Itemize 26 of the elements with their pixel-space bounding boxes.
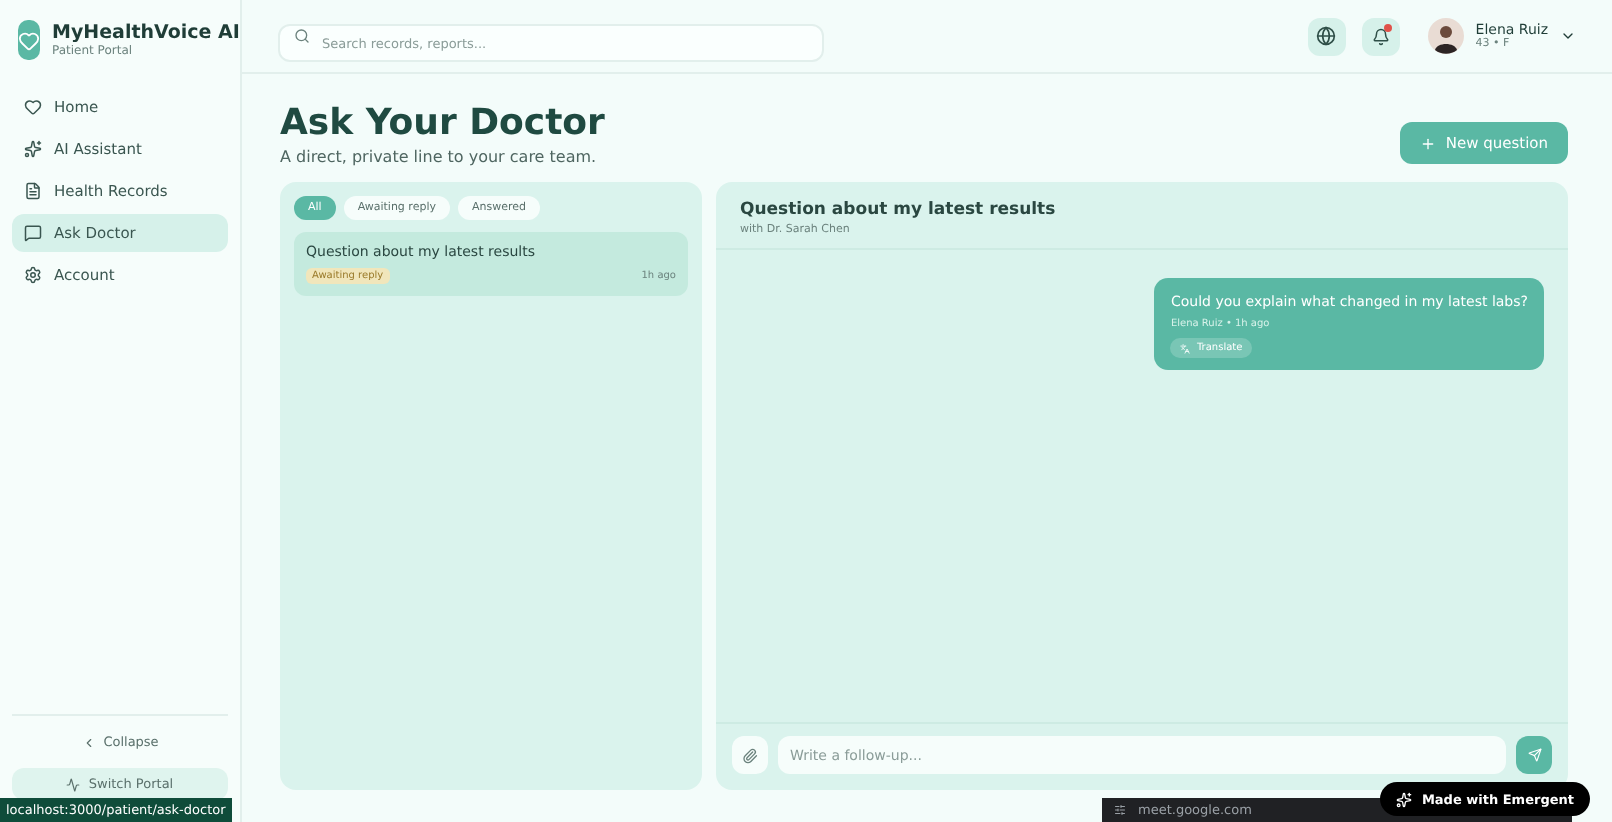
chat-icon: [24, 224, 42, 242]
attach-button[interactable]: [732, 736, 768, 774]
bell-icon: [1371, 27, 1390, 45]
thread-title: Question about my latest results: [740, 200, 1058, 220]
send-icon: [1527, 748, 1541, 762]
notifications-button[interactable]: [1361, 17, 1400, 55]
brand-name: MyHealthVoice AI: [52, 22, 240, 44]
globe-icon: [1316, 26, 1337, 46]
sliders-icon: [1114, 804, 1126, 816]
language-button[interactable]: [1307, 17, 1346, 55]
chevron-left-icon: [81, 735, 96, 749]
sparkle-icon: [24, 140, 42, 158]
sparkle-icon: [1395, 791, 1412, 807]
heart-icon: [24, 98, 42, 116]
avatar[interactable]: [1427, 18, 1464, 54]
pulse-icon: [66, 777, 81, 791]
gear-icon: [24, 266, 42, 284]
plus-icon: [1419, 135, 1436, 151]
page-subtitle: A direct, private line to your care team.: [280, 148, 599, 166]
logo-icon: [18, 20, 40, 60]
document-icon: [24, 182, 42, 200]
search-icon: [294, 27, 310, 43]
translate-icon: [1180, 343, 1191, 353]
page-title: Ask Your Doctor: [280, 102, 605, 144]
chevron-down-icon[interactable]: [1560, 28, 1576, 44]
paperclip-icon: [742, 747, 758, 763]
